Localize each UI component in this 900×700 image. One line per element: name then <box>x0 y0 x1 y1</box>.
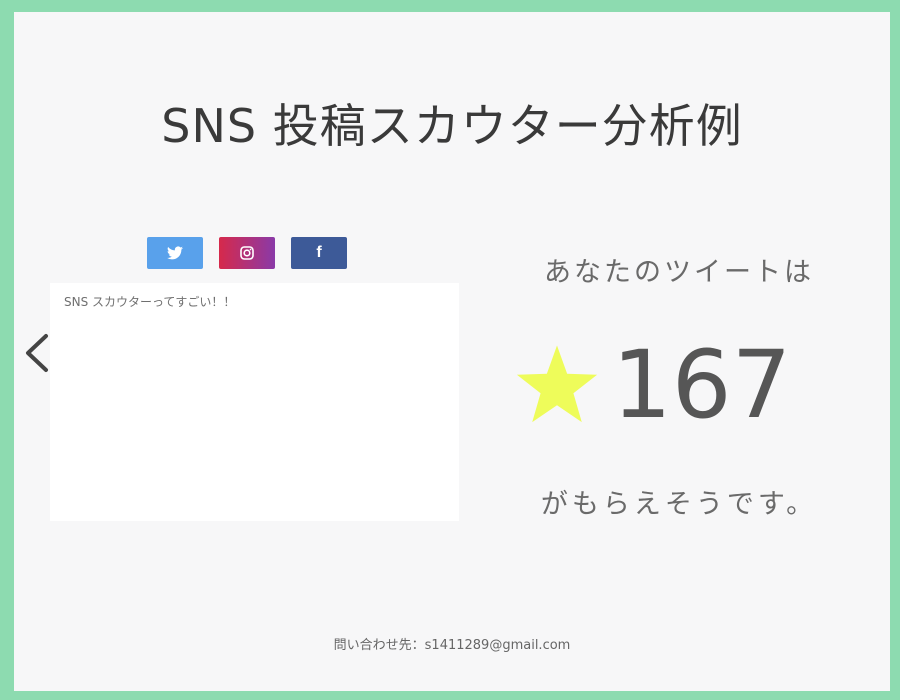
previous-button[interactable] <box>22 328 52 378</box>
tweet-text: SNS スカウターってすごい！！ <box>64 295 236 309</box>
contact-footer: 問い合わせ先：s1411289@gmail.com <box>333 638 571 653</box>
tweet-text-area[interactable]: SNS スカウターってすごい！！ <box>50 283 459 521</box>
result-suffix-label: がもらえそうです。 <box>540 489 818 520</box>
twitter-icon <box>167 246 183 260</box>
page-title: SNS 投稿スカウター分析例 <box>161 99 743 153</box>
facebook-icon: f <box>316 244 322 261</box>
score-value: 167 <box>612 330 792 440</box>
score-row: 167 <box>514 330 791 440</box>
twitter-button[interactable] <box>147 237 203 269</box>
instagram-button[interactable] <box>219 237 275 269</box>
chevron-left-icon <box>26 334 48 372</box>
star-icon <box>516 345 598 423</box>
facebook-button[interactable]: f <box>291 237 347 269</box>
instagram-icon <box>240 246 254 260</box>
result-prefix-label: あなたのツイートは <box>544 257 814 288</box>
app-frame: SNS 投稿スカウター分析例 f SNS スカウターってすごい！！ あなたのツイ… <box>14 12 890 691</box>
